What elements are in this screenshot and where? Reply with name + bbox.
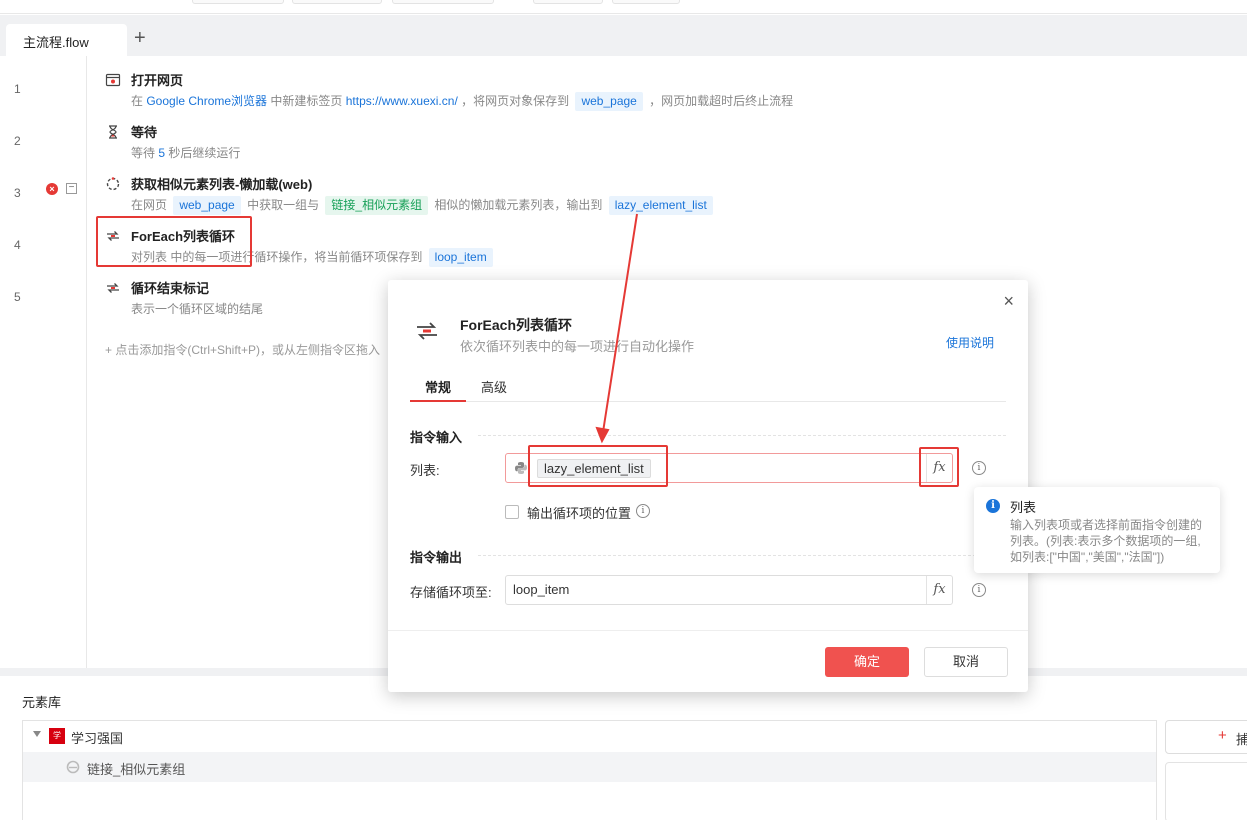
caret-down-icon[interactable] [33, 731, 41, 737]
python-icon [515, 462, 527, 474]
footer-divider [388, 630, 1028, 631]
loop-icon [417, 322, 437, 340]
collapse-icon[interactable]: − [66, 183, 77, 194]
capture-label: 捕 [1236, 732, 1247, 747]
toolbar-button[interactable] [533, 0, 603, 4]
capture-element-button[interactable]: + 捕 [1165, 720, 1247, 754]
variable-tag: lazy_element_list [608, 196, 713, 215]
error-icon[interactable]: × [46, 183, 58, 195]
tree-group-label: 学习强国 [71, 731, 124, 746]
loop-end-icon [107, 283, 119, 293]
command-description: 表示一个循环区域的结尾 [131, 302, 264, 316]
element-library-panel: 元素库 学 学习强国 链接_相似元素组 + 捕 [6, 676, 1247, 820]
toolbar-button[interactable] [292, 0, 382, 4]
tab-main-flow[interactable]: 主流程.flow [6, 24, 127, 56]
section-divider [478, 435, 1006, 436]
toolbar-button[interactable] [192, 0, 284, 4]
tab-general[interactable]: 常规 [425, 377, 451, 396]
help-link[interactable]: 使用说明 [946, 334, 994, 351]
variable-tag: web_page [173, 196, 241, 215]
output-section-title: 指令输出 [410, 550, 463, 565]
highlight-box [528, 445, 668, 487]
library-title: 元素库 [22, 695, 62, 710]
file-tab-bar: 主流程.flow + [0, 15, 1247, 56]
dialog-tabs: 常规 高级 [410, 376, 1006, 402]
toolbar-button[interactable] [392, 0, 494, 4]
xuexi-logo-icon: 学 [49, 728, 65, 744]
tab-advanced[interactable]: 高级 [481, 377, 507, 396]
line-number: 2 [14, 134, 21, 148]
tree-group-row[interactable]: 学 学习强国 [23, 721, 1156, 751]
tooltip-body: 输入列表项或者选择前面指令创建的列表。(列表:表示多个数据项的一组,如列表:["… [1010, 518, 1203, 564]
variable-tag: loop_item [428, 248, 493, 267]
close-icon[interactable]: × [1003, 292, 1014, 310]
tree-item-label: 链接_相似元素组 [87, 762, 186, 777]
element-preview-panel [1165, 762, 1247, 820]
ie-browser-icon [66, 760, 80, 774]
gutter-divider [86, 56, 87, 668]
output-position-checkbox[interactable] [505, 505, 519, 519]
tooltip-title: 列表 [1010, 500, 1037, 515]
add-command-hint[interactable]: + 点击添加指令(Ctrl+Shift+P)，或从左侧指令区拖入 [105, 341, 380, 358]
store-output-input[interactable]: loop_item fx [505, 575, 953, 605]
store-label: 存储循环项至: [410, 585, 492, 600]
line-number: 3 [14, 186, 21, 200]
tree-item-row[interactable]: 链接_相似元素组 [23, 752, 1156, 782]
highlight-box [919, 447, 959, 487]
variable-tag: web_page [575, 92, 643, 111]
command-title: 获取相似元素列表-懒加载(web) [131, 177, 313, 192]
line-number: 1 [14, 82, 21, 96]
toolbar-button[interactable] [612, 0, 680, 4]
tab-label: 主流程.flow [23, 35, 89, 50]
command-title: 循环结束标记 [131, 281, 210, 296]
command-description: 在 Google Chrome浏览器 中新建标签页 https://www.xu… [131, 91, 793, 111]
element-tree: 学 学习强国 链接_相似元素组 [22, 720, 1157, 820]
line-number: 4 [14, 238, 21, 252]
command-title: 等待 [131, 125, 158, 140]
highlight-box [96, 216, 252, 267]
dialog-subtitle: 依次循环列表中的每一项进行自动化操作 [460, 339, 695, 354]
checkbox-label: 输出循环项的位置 [527, 506, 632, 521]
info-filled-icon: i [986, 499, 1000, 513]
info-icon[interactable]: i [636, 504, 650, 518]
fx-icon[interactable]: fx [926, 576, 952, 604]
command-title: 打开网页 [131, 73, 184, 88]
cancel-button[interactable]: 取消 [924, 647, 1008, 677]
info-icon[interactable]: i [972, 461, 986, 475]
active-tab-indicator [410, 400, 466, 402]
foreach-dialog: × ForEach列表循环 依次循环列表中的每一项进行自动化操作 使用说明 常规… [388, 280, 1028, 692]
browser-icon [105, 73, 121, 87]
input-section-title: 指令输入 [410, 430, 463, 445]
hourglass-icon [109, 125, 117, 139]
info-icon[interactable]: i [972, 583, 986, 597]
ok-button[interactable]: 确定 [825, 647, 909, 677]
command-description: 等待 5 秒后继续运行 [131, 146, 241, 160]
section-divider [478, 555, 1006, 556]
add-tab-button[interactable]: + [134, 28, 146, 48]
store-value: loop_item [513, 582, 570, 597]
element-tag: 链接_相似元素组 [325, 196, 429, 215]
list-label: 列表: [410, 463, 440, 478]
plus-icon: + [1218, 727, 1227, 744]
loading-icon [106, 177, 120, 191]
command-description: 在网页 web_page 中获取一组与 链接_相似元素组 相似的懒加载元素列表，… [131, 195, 716, 215]
top-toolbar [0, 0, 1247, 14]
dialog-title: ForEach列表循环 [460, 317, 573, 333]
list-tooltip: i 列表 输入列表项或者选择前面指令创建的列表。(列表:表示多个数据项的一组,如… [974, 487, 1220, 573]
line-number: 5 [14, 290, 21, 304]
